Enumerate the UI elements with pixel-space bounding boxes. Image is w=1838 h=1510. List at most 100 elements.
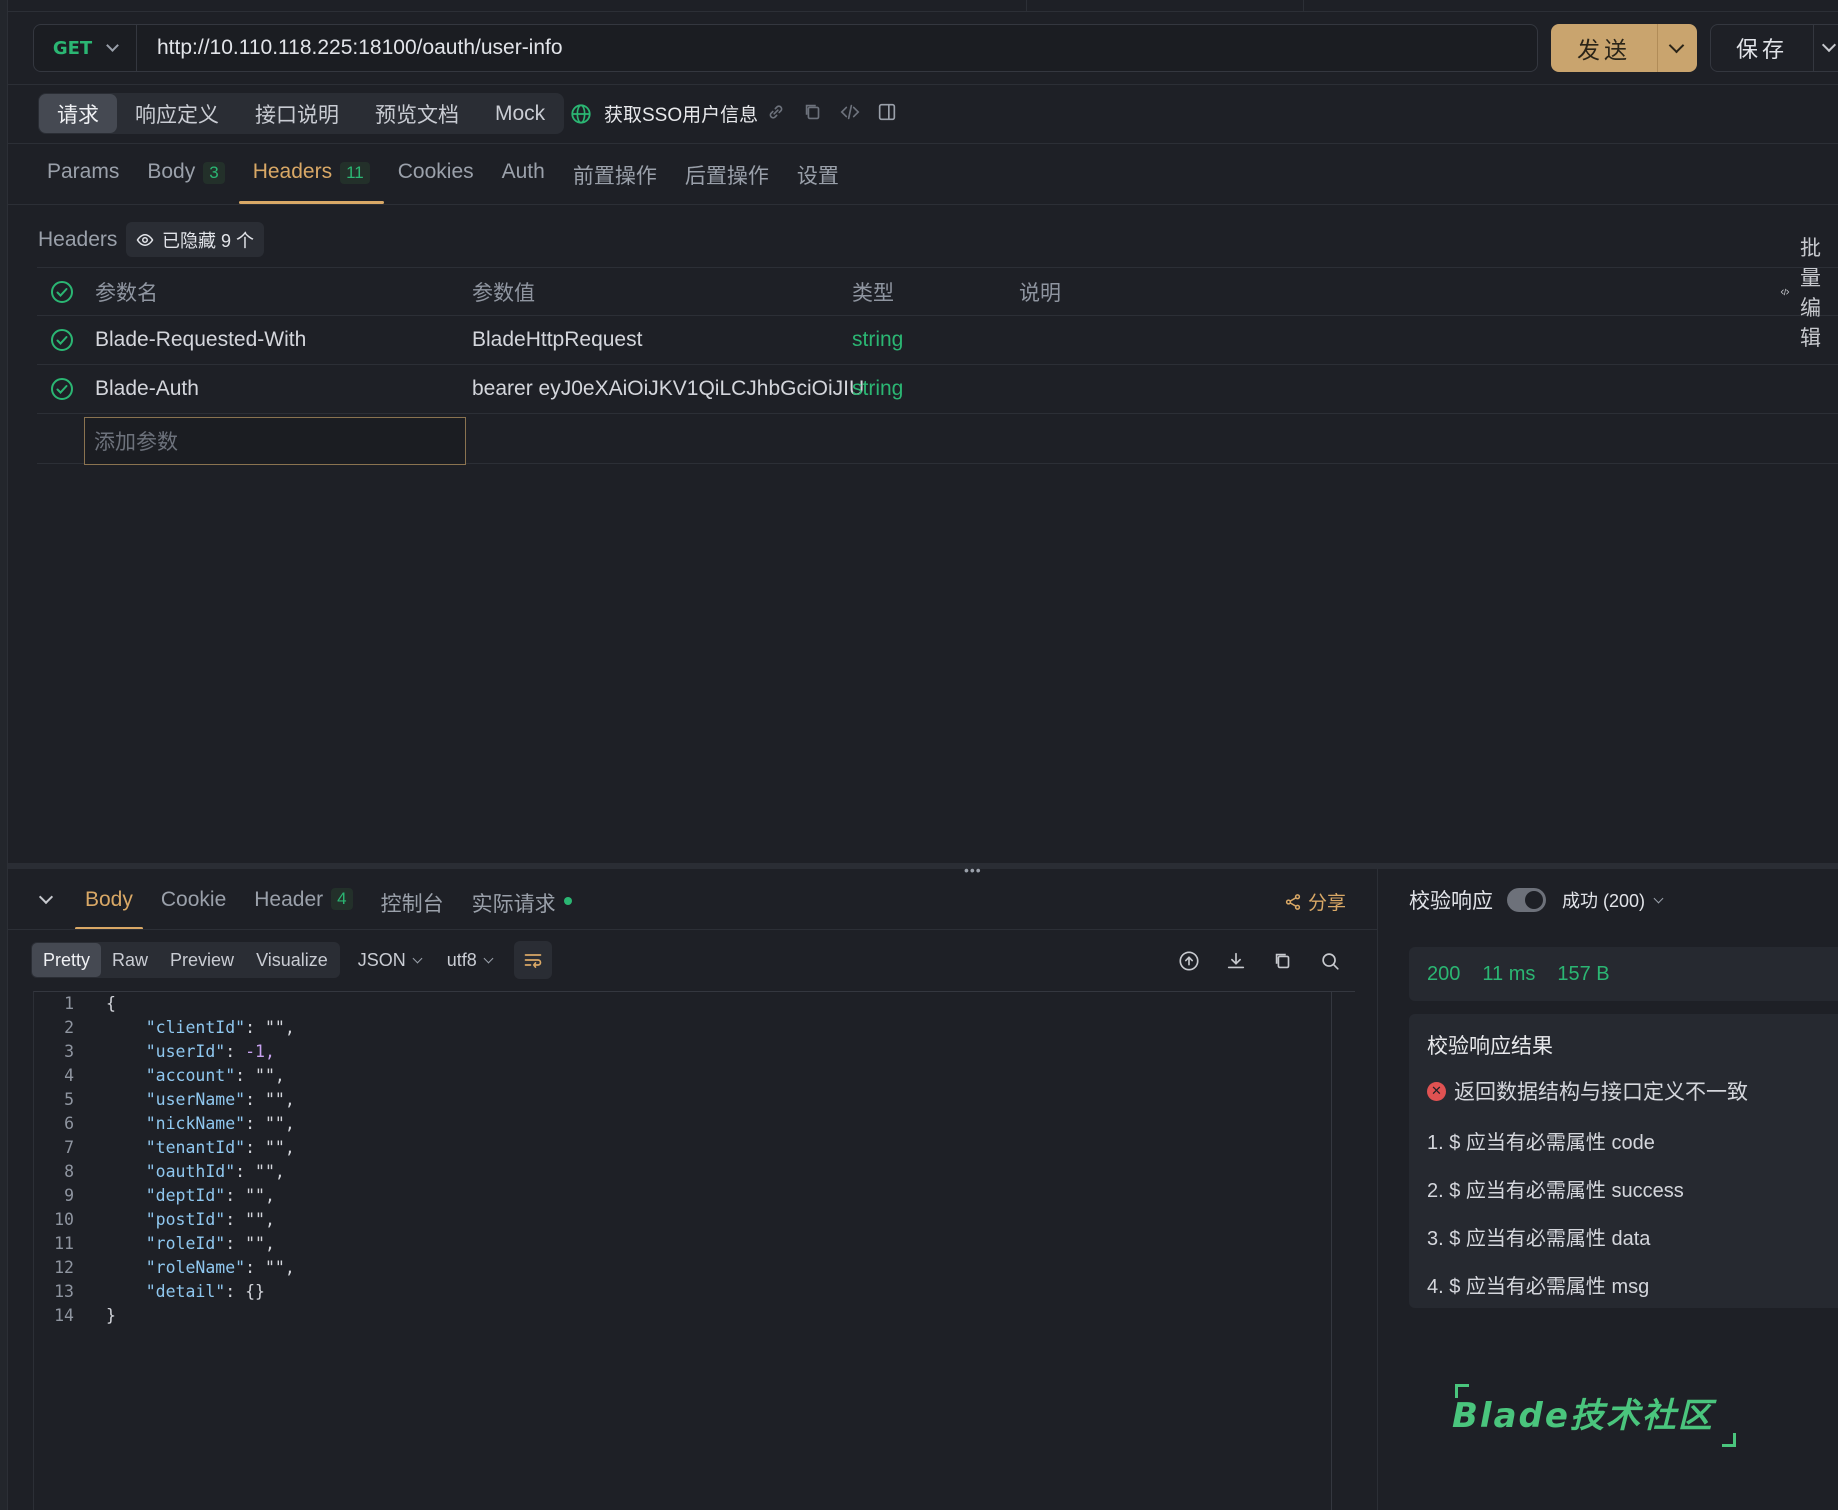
line-number: 1 bbox=[64, 994, 74, 1013]
line-number: 7 bbox=[64, 1138, 74, 1157]
format-raw[interactable]: Raw bbox=[101, 943, 159, 977]
api-name-label: 获取SSO用户信息 bbox=[604, 105, 759, 126]
chevron-down-icon bbox=[106, 39, 120, 52]
tab-request[interactable]: 请求 bbox=[39, 94, 117, 133]
param-type-cell[interactable]: string bbox=[852, 316, 903, 364]
send-label: 发送 bbox=[1577, 37, 1631, 63]
tab-label: Headers bbox=[252, 160, 333, 183]
send-button[interactable]: 发送 bbox=[1551, 24, 1697, 72]
select-all-checkbox[interactable] bbox=[50, 268, 74, 316]
tab-settings[interactable]: 设置 bbox=[783, 160, 853, 204]
share-icon bbox=[1285, 893, 1301, 910]
hidden-headers-chip[interactable]: 已隐藏 9 个 bbox=[126, 222, 265, 257]
status-value: 成功 (200) bbox=[1562, 891, 1646, 911]
row-checkbox[interactable] bbox=[50, 365, 74, 413]
copy-icon[interactable] bbox=[1272, 950, 1294, 972]
response-time: 11 ms bbox=[1482, 962, 1536, 985]
collapse-icon[interactable] bbox=[38, 889, 54, 905]
param-name-cell[interactable]: Blade-Auth bbox=[95, 365, 199, 413]
code-line: 9 "deptId": "", bbox=[40, 1184, 295, 1208]
code-text: "tenantId": "", bbox=[145, 1138, 295, 1157]
format-pretty[interactable]: Pretty bbox=[32, 943, 102, 977]
validation-result-card: 校验响应结果 ✕ 返回数据结构与接口定义不一致 1. $ 应当有必需属性 cod… bbox=[1409, 1014, 1838, 1308]
tab-body[interactable]: Body 3 bbox=[133, 160, 238, 204]
divider bbox=[8, 84, 1838, 85]
upload-icon[interactable] bbox=[1178, 950, 1200, 972]
format-preview[interactable]: Preview bbox=[159, 943, 245, 977]
tab-preview-docs[interactable]: 预览文档 bbox=[357, 94, 477, 133]
panel-icon[interactable] bbox=[876, 101, 898, 123]
column-header-name: 参数名 bbox=[95, 282, 158, 305]
vertical-divider[interactable] bbox=[1377, 869, 1378, 1510]
tab-response-body[interactable]: Body bbox=[71, 880, 147, 930]
save-dropdown-icon[interactable] bbox=[1821, 37, 1837, 53]
tab-label: 前置操作 bbox=[572, 165, 657, 188]
method-select[interactable]: GET bbox=[34, 25, 137, 71]
tab-cookies[interactable]: Cookies bbox=[384, 160, 488, 204]
tab-mock[interactable]: Mock bbox=[477, 94, 563, 133]
divider bbox=[8, 204, 1838, 205]
param-value-cell[interactable]: BladeHttpRequest bbox=[472, 316, 642, 364]
validation-error-text: 返回数据结构与接口定义不一致 bbox=[1454, 1081, 1748, 1104]
code-line: 7 "tenantId": "", bbox=[40, 1136, 295, 1160]
drag-handle-icon[interactable]: ••• bbox=[964, 862, 982, 878]
validation-error: ✕ 返回数据结构与接口定义不一致 bbox=[1427, 1076, 1831, 1106]
tab-response-cookie[interactable]: Cookie bbox=[147, 880, 240, 930]
format-visualize[interactable]: Visualize bbox=[245, 943, 339, 977]
tab-console[interactable]: 控制台 bbox=[367, 880, 458, 930]
tab-post-operations[interactable]: 后置操作 bbox=[671, 160, 783, 204]
tab-actual-request[interactable]: 实际请求 bbox=[458, 880, 586, 930]
tab-api-description[interactable]: 接口说明 bbox=[237, 94, 357, 133]
send-dropdown-icon[interactable] bbox=[1668, 37, 1685, 53]
row-checkbox[interactable] bbox=[50, 316, 74, 364]
download-icon[interactable] bbox=[1225, 950, 1247, 972]
code-scrollbar[interactable] bbox=[1331, 992, 1332, 1510]
encoding-select[interactable]: utf8 bbox=[447, 950, 494, 971]
api-name[interactable]: 获取SSO用户信息 bbox=[570, 100, 758, 127]
word-wrap-button[interactable] bbox=[513, 941, 552, 979]
param-name-cell[interactable]: Blade-Requested-With bbox=[95, 316, 306, 364]
bulk-edit-button[interactable]: 批量编辑 bbox=[1780, 237, 1838, 350]
bracket-left bbox=[1455, 1384, 1469, 1398]
url-input[interactable]: http://10.110.118.225:18100/oauth/user-i… bbox=[137, 36, 563, 60]
param-value-cell[interactable]: bearer eyJ0eXAiOiJKV1QiLCJhbGciOiJIU bbox=[472, 365, 864, 413]
tab-label: Cookie bbox=[160, 888, 227, 911]
line-number: 12 bbox=[54, 1258, 74, 1277]
divider bbox=[8, 929, 1377, 930]
send-divider bbox=[1657, 24, 1658, 72]
add-param-input[interactable]: 添加参数 bbox=[84, 417, 466, 465]
search-icon[interactable] bbox=[1319, 950, 1341, 972]
tab-response-header[interactable]: Header 4 bbox=[240, 880, 366, 930]
code-text: "detail": {} bbox=[145, 1282, 265, 1301]
tab-headers[interactable]: Headers 11 bbox=[238, 160, 384, 204]
validate-toggle[interactable] bbox=[1507, 888, 1546, 912]
tab-params[interactable]: Params bbox=[33, 160, 133, 204]
code-text: "userName": "", bbox=[145, 1090, 295, 1109]
validation-item: 3. $ 应当有必需属性 data bbox=[1427, 1228, 1651, 1250]
headers-label: Headers bbox=[38, 228, 118, 251]
save-button[interactable]: 保存 bbox=[1710, 24, 1838, 72]
language-select[interactable]: JSON bbox=[358, 950, 423, 971]
validate-status-select[interactable]: 成功 (200) bbox=[1562, 887, 1664, 913]
code-line: 8 "oauthId": "", bbox=[40, 1160, 295, 1184]
response-metrics: 200 11 ms 157 B bbox=[1409, 947, 1838, 1001]
bracket-right bbox=[1721, 1433, 1736, 1447]
validation-item: 2. $ 应当有必需属性 success bbox=[1427, 1180, 1684, 1202]
code-icon[interactable] bbox=[839, 101, 861, 123]
link-icon[interactable] bbox=[765, 101, 787, 123]
line-number: 14 bbox=[54, 1306, 74, 1325]
validate-response-header: 校验响应 bbox=[1409, 885, 1546, 915]
code-icon bbox=[1780, 288, 1790, 296]
column-header-value: 参数值 bbox=[472, 282, 535, 305]
copy-icon[interactable] bbox=[802, 101, 824, 123]
param-type-cell[interactable]: string bbox=[852, 365, 903, 413]
tab-response-definition[interactable]: 响应定义 bbox=[117, 94, 237, 133]
tab-pre-operations[interactable]: 前置操作 bbox=[559, 160, 671, 204]
check-circle-icon bbox=[51, 281, 73, 303]
panel-resizer[interactable] bbox=[8, 863, 1838, 869]
share-button[interactable]: 分享 bbox=[1284, 888, 1346, 915]
code-text: "roleName": "", bbox=[145, 1258, 295, 1277]
tab-auth[interactable]: Auth bbox=[488, 160, 559, 204]
api-tools bbox=[765, 101, 898, 123]
tab-label: Body bbox=[85, 888, 133, 911]
